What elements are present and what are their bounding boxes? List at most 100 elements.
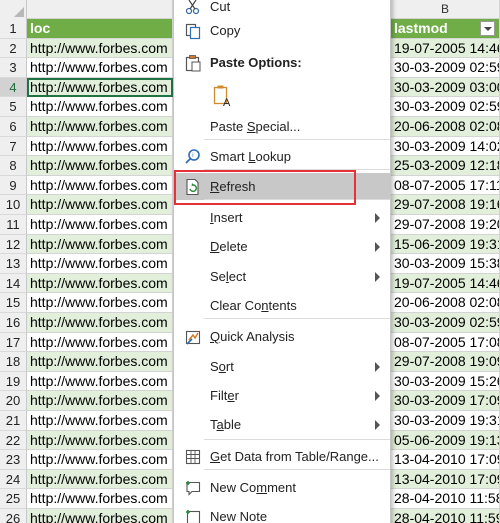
cell-loc[interactable]: http://www.forbes.com [27, 332, 173, 353]
row-header[interactable]: 2 [0, 38, 27, 59]
row-header[interactable]: 25 [0, 489, 27, 509]
menu-item-select[interactable]: Select [174, 263, 390, 290]
cell-lastmod[interactable]: 15-06-2009 19:31 [391, 234, 500, 255]
row-header[interactable]: 26 [0, 509, 27, 523]
row-header[interactable]: 12 [0, 234, 27, 255]
row-header[interactable]: 18 [0, 352, 27, 372]
cell-lastmod[interactable]: 30-03-2009 15:38 [391, 254, 500, 274]
cell-loc[interactable]: http://www.forbes.com [27, 58, 173, 78]
cell-lastmod[interactable]: 28-04-2010 11:59 [391, 509, 500, 523]
cell-loc[interactable]: http://www.forbes.com [27, 352, 173, 372]
cell-lastmod[interactable]: 05-06-2009 19:13 [391, 430, 500, 451]
submenu-arrow-icon [375, 213, 380, 223]
menu-item-paste-special[interactable]: Paste Special... [174, 113, 390, 140]
cell-loc[interactable]: http://www.forbes.com [27, 273, 173, 294]
cell-lastmod[interactable]: 29-07-2008 19:20 [391, 215, 500, 235]
menu-item-clear-contents[interactable]: Clear Contents [174, 292, 390, 319]
cell-lastmod[interactable]: 19-07-2005 14:46 [391, 38, 500, 59]
cell-loc[interactable]: http://www.forbes.com [27, 195, 173, 215]
cell-loc[interactable]: http://www.forbes.com [27, 411, 173, 431]
get-data-label: Get Data from Table/Range... [210, 449, 379, 464]
header-cell-loc[interactable]: loc [27, 19, 173, 39]
cell-loc[interactable]: http://www.forbes.com [27, 77, 173, 98]
row-header[interactable]: 10 [0, 195, 27, 215]
cell-loc[interactable]: http://www.forbes.com [27, 156, 173, 176]
cell-loc[interactable]: http://www.forbes.com [27, 313, 173, 333]
cell-loc[interactable]: http://www.forbes.com [27, 234, 173, 255]
column-header-b[interactable]: B [391, 0, 500, 19]
row-header[interactable]: 22 [0, 430, 27, 451]
menu-item-smart-lookup[interactable]: i Smart Lookup [174, 143, 390, 170]
select-all-corner[interactable] [0, 0, 27, 19]
cell-lastmod[interactable]: 25-03-2009 12:18 [391, 156, 500, 176]
cell-loc[interactable]: http://www.forbes.com [27, 215, 173, 235]
row-header[interactable]: 4 [0, 77, 27, 98]
menu-item-sort[interactable]: Sort [174, 353, 390, 380]
cell-loc[interactable]: http://www.forbes.com [27, 391, 173, 411]
cell-lastmod[interactable]: 30-03-2009 03:00 [391, 77, 500, 98]
row-header[interactable]: 21 [0, 411, 27, 431]
cell-loc[interactable]: http://www.forbes.com [27, 293, 173, 313]
cell-loc[interactable]: http://www.forbes.com [27, 117, 173, 137]
cell-loc[interactable]: http://www.forbes.com [27, 430, 173, 451]
row-header[interactable]: 3 [0, 58, 27, 78]
menu-item-filter[interactable]: Filter [174, 382, 390, 409]
menu-item-new-note[interactable]: New Note [174, 503, 390, 523]
row-header[interactable]: 13 [0, 254, 27, 274]
menu-item-quick-analysis[interactable]: Quick Analysis [174, 323, 390, 350]
cell-lastmod[interactable]: 30-03-2009 14:02 [391, 136, 500, 157]
row-header[interactable]: 7 [0, 136, 27, 157]
row-header[interactable]: 11 [0, 215, 27, 235]
cell-lastmod[interactable]: 30-03-2009 17:09 [391, 391, 500, 411]
menu-item-table[interactable]: Table [174, 411, 390, 438]
row-header[interactable]: 14 [0, 273, 27, 294]
cell-lastmod[interactable]: 30-03-2009 19:31 [391, 411, 500, 431]
cell-loc[interactable]: http://www.forbes.com [27, 175, 173, 196]
filter-dropdown-icon[interactable] [480, 21, 495, 36]
cell-loc[interactable]: http://www.forbes.com [27, 38, 173, 59]
cell-loc[interactable]: http://www.forbes.com [27, 254, 173, 274]
cell-lastmod[interactable]: 08-07-2005 17:08 [391, 332, 500, 353]
cell-lastmod[interactable]: 08-07-2005 17:11 [391, 175, 500, 196]
cell-loc[interactable]: http://www.forbes.com [27, 371, 173, 392]
cell-lastmod[interactable]: 30-03-2009 02:59 [391, 58, 500, 78]
menu-item-insert[interactable]: Insert [174, 204, 390, 231]
menu-item-refresh[interactable]: Refresh [174, 173, 390, 200]
menu-separator [204, 439, 390, 440]
row-header[interactable]: 5 [0, 97, 27, 117]
cell-lastmod[interactable]: 29-07-2008 19:16 [391, 195, 500, 215]
cell-loc[interactable]: http://www.forbes.com [27, 469, 173, 490]
cell-lastmod[interactable]: 20-06-2008 02:08 [391, 117, 500, 137]
cell-loc[interactable]: http://www.forbes.com [27, 509, 173, 523]
menu-item-new-comment[interactable]: New Comment [174, 474, 390, 501]
paste-option-keep-source[interactable]: A [174, 80, 390, 114]
cell-lastmod[interactable]: 30-03-2009 15:26 [391, 371, 500, 392]
column-header-a[interactable] [27, 0, 173, 19]
cell-loc[interactable]: http://www.forbes.com [27, 136, 173, 157]
row-header[interactable]: 16 [0, 313, 27, 333]
cell-lastmod[interactable]: 19-07-2005 14:46 [391, 273, 500, 294]
cell-lastmod[interactable]: 30-03-2009 02:59 [391, 313, 500, 333]
menu-item-copy[interactable]: Copy [174, 17, 390, 44]
cell-loc[interactable]: http://www.forbes.com [27, 97, 173, 117]
cell-lastmod[interactable]: 20-06-2008 02:08 [391, 293, 500, 313]
row-header[interactable]: 19 [0, 371, 27, 392]
row-header[interactable]: 15 [0, 293, 27, 313]
cell-lastmod[interactable]: 29-07-2008 19:09 [391, 352, 500, 372]
cell-lastmod[interactable]: 30-03-2009 02:59 [391, 97, 500, 117]
cell-lastmod[interactable]: 28-04-2010 11:58 [391, 489, 500, 509]
row-header[interactable]: 20 [0, 391, 27, 411]
menu-item-delete[interactable]: Delete [174, 233, 390, 260]
row-header[interactable]: 17 [0, 332, 27, 353]
cell-loc[interactable]: http://www.forbes.com [27, 489, 173, 509]
row-header[interactable]: 1 [0, 19, 27, 39]
row-header[interactable]: 9 [0, 175, 27, 196]
row-header[interactable]: 6 [0, 117, 27, 137]
cell-lastmod[interactable]: 13-04-2010 17:09 [391, 450, 500, 470]
row-header[interactable]: 24 [0, 469, 27, 490]
row-header[interactable]: 23 [0, 450, 27, 470]
cell-lastmod[interactable]: 13-04-2010 17:09 [391, 469, 500, 490]
cell-loc[interactable]: http://www.forbes.com [27, 450, 173, 470]
menu-item-get-data[interactable]: Get Data from Table/Range... [174, 443, 390, 470]
row-header[interactable]: 8 [0, 156, 27, 176]
